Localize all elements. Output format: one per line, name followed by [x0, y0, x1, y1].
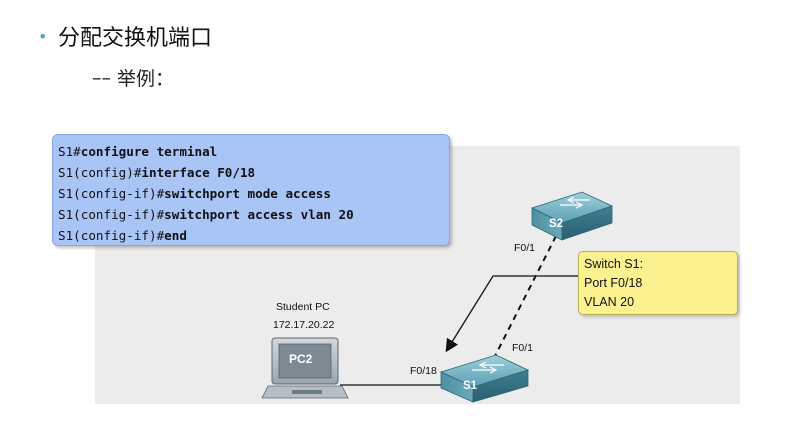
cli-line: S1(config-if)#switchport access vlan 20 [58, 207, 354, 222]
cli-line: S1(config-if)#switchport mode access [58, 186, 331, 201]
s1-label: S1 [463, 380, 478, 392]
callout-line-vlan: VLAN 20 [584, 295, 635, 309]
callout-line-port: Port F0/18 [584, 276, 643, 290]
switch-s1-icon[interactable] [439, 354, 530, 403]
pc2-label: PC2 [289, 352, 313, 366]
s1-uplink-port-label: F0/1 [512, 342, 534, 354]
pc2-computer-icon[interactable] [261, 337, 349, 399]
cli-code-box: S1#configure terminal S1(config)#interfa… [52, 134, 450, 246]
cli-line: S1#configure terminal [58, 144, 218, 159]
callout-arrow [445, 275, 579, 353]
cli-line: S1(config)#interface F0/18 [58, 165, 256, 180]
cli-line: S1(config-if)#end [58, 228, 187, 243]
s2-port-label: F0/1 [514, 242, 536, 254]
switch-info-callout: Switch S1: Port F0/18 VLAN 20 [578, 251, 738, 315]
pc-ip-label: 172.17.20.22 [273, 319, 335, 331]
callout-line-switch: Switch S1: [584, 257, 644, 271]
switch-s2-icon[interactable] [530, 191, 614, 241]
s1-pc-port-label: F0/18 [410, 365, 437, 377]
pc-name-label: Student PC [276, 301, 330, 313]
s2-label: S2 [549, 218, 564, 230]
